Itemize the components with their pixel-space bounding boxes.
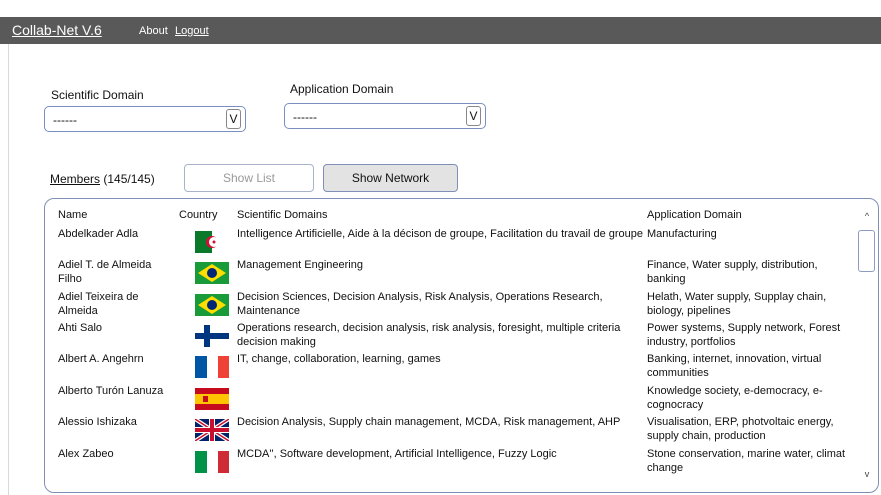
left-divider [8, 44, 9, 495]
member-name: Adiel Teixeira de Almeida [58, 291, 139, 317]
uk-flag [193, 417, 231, 443]
chevron-down-icon[interactable]: V [466, 106, 481, 126]
member-name: Ahti Salo [58, 322, 103, 334]
scientific-domain-value: ------ [53, 113, 77, 127]
scientific-domains: Decision Sciences, Decision Analysis, Ri… [237, 291, 603, 317]
italy-flag [195, 451, 229, 473]
vertical-scrollbar[interactable]: ^ v [857, 202, 877, 490]
column-header-name: Name [58, 209, 88, 221]
application-domain: Stone conservation, marine water, climat… [647, 448, 846, 474]
application-domain: Knowledge society, e-democracy, e-cognoc… [647, 385, 823, 411]
spain-flag [195, 388, 229, 410]
france-flag [195, 356, 229, 378]
application-domain: Power systems, Supply network, Forest in… [647, 322, 841, 348]
member-name: Albert A. Angehrn [58, 353, 144, 365]
application-domain-label: Application Domain [290, 82, 394, 96]
column-header-application: Application Domain [647, 209, 742, 221]
brazil-flag [195, 262, 229, 284]
application-domain-select[interactable]: ------ V [284, 103, 486, 129]
members-label: Members [50, 172, 101, 186]
scientific-domains: IT, change, collaboration, learning, gam… [237, 353, 441, 365]
scientific-domains: MCDA'', Software development, Artificial… [237, 448, 557, 460]
scientific-domains: Intelligence Artificielle, Aide à la déc… [237, 228, 644, 240]
algeria-flag [195, 231, 229, 253]
scientific-domains: Management Engineering [237, 259, 363, 271]
application-domain-value: ------ [293, 110, 317, 124]
members-count: Members (145/145) [50, 172, 155, 186]
members-table: Name Country Scientific Domains Applicat… [44, 198, 879, 493]
table-row[interactable]: Alex Zabeo MCDA'', Software development, … [45, 447, 855, 491]
application-domain: Helath, Water supply, Supplay chain, bio… [647, 291, 827, 317]
brazil-flag [195, 294, 229, 316]
scroll-down-icon[interactable]: v [857, 466, 877, 482]
scientific-domains: Decision Analysis, Supply chain manageme… [237, 416, 621, 428]
top-bar: Collab-Net V.6 About Logout [0, 17, 881, 44]
scientific-domain-select[interactable]: ------ V [44, 106, 246, 132]
member-name: Alberto Turón Lanuza [58, 385, 164, 397]
show-network-button[interactable]: Show Network [323, 164, 458, 192]
application-domain: Manufacturing [647, 228, 717, 240]
nav-logout[interactable]: Logout [175, 25, 209, 37]
scrollbar-thumb[interactable] [858, 230, 875, 272]
show-list-button[interactable]: Show List [184, 164, 314, 192]
chevron-down-icon[interactable]: V [226, 109, 241, 129]
finland-flag [195, 325, 229, 347]
member-name: Adiel T. de Almeida Filho [58, 259, 152, 285]
column-header-country: Country [179, 209, 218, 221]
scientific-domain-label: Scientific Domain [51, 88, 144, 102]
nav-about[interactable]: About [139, 25, 168, 37]
member-name: Abdelkader Adla [58, 228, 139, 240]
scroll-up-icon[interactable]: ^ [857, 208, 877, 224]
column-header-scientific: Scientific Domains [237, 209, 328, 221]
app-title[interactable]: Collab-Net V.6 [12, 22, 102, 38]
application-domain: Finance, Water supply, distribution, ban… [647, 259, 818, 285]
member-name: Alessio Ishizaka [58, 416, 137, 428]
member-name: Alex Zabeo [58, 448, 114, 460]
scientific-domains: Operations research, decision analysis, … [237, 322, 621, 348]
members-total: (145/145) [103, 172, 155, 186]
application-domain: Banking, internet, innovation, virtual c… [647, 353, 822, 379]
application-domain: Visualisation, ERP, photvoltaic energy, … [647, 416, 834, 442]
